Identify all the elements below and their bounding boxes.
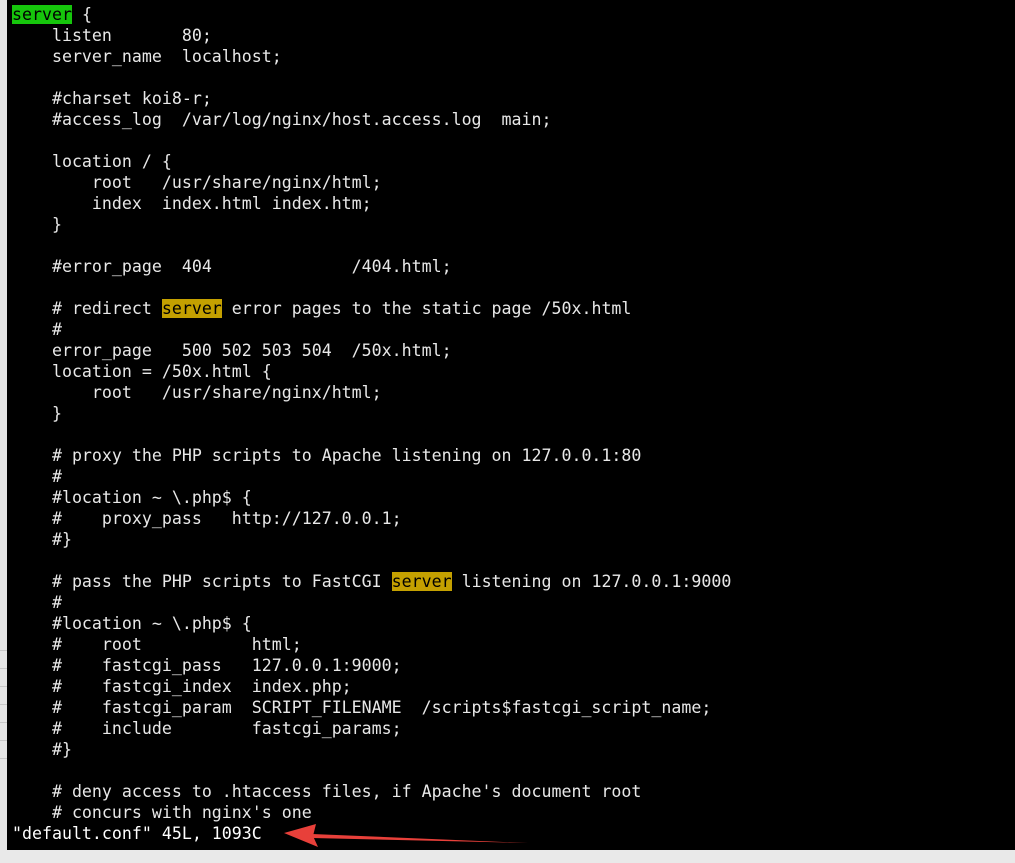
code-line: location / { — [12, 151, 172, 172]
code-line: server { — [12, 4, 92, 25]
code-text: { — [71, 5, 92, 24]
code-text: #location ~ \.php$ { — [12, 614, 252, 633]
code-text: # proxy_pass http://127.0.0.1; — [12, 509, 402, 528]
code-line: # — [12, 592, 62, 613]
code-text: location / { — [12, 152, 172, 171]
window-bottom-edge — [0, 850, 1015, 863]
code-text: # fastcgi_param SCRIPT_FILENAME /scripts… — [12, 698, 712, 717]
code-line: # redirect server error pages to the sta… — [12, 298, 631, 319]
code-text: # — [12, 593, 62, 612]
code-text: #} — [12, 740, 72, 759]
code-text: } — [12, 215, 62, 234]
code-line: #charset koi8-r; — [12, 88, 212, 109]
code-line: listen 80; — [12, 25, 212, 46]
code-line: # pass the PHP scripts to FastCGI server… — [12, 571, 731, 592]
vim-status-line: "default.conf" 45L, 1093C — [12, 824, 262, 843]
code-text: root /usr/share/nginx/html; — [12, 383, 382, 402]
code-line: error_page 500 502 503 504 /50x.html; — [12, 340, 452, 361]
code-line: #location ~ \.php$ { — [12, 487, 252, 508]
code-text: #} — [12, 530, 72, 549]
code-line: #} — [12, 529, 72, 550]
search-match-highlight: server — [161, 299, 222, 318]
code-text: # proxy the PHP scripts to Apache listen… — [12, 446, 642, 465]
code-text: root /usr/share/nginx/html; — [12, 173, 382, 192]
code-line: root /usr/share/nginx/html; — [12, 382, 382, 403]
code-line: # — [12, 319, 62, 340]
vim-terminal-window[interactable]: server { listen 80; server_name localhos… — [7, 0, 1015, 850]
code-line: #location ~ \.php$ { — [12, 613, 252, 634]
code-text: # fastcgi_index index.php; — [12, 677, 352, 696]
code-line: # fastcgi_index index.php; — [12, 676, 352, 697]
code-line: # concurs with nginx's one — [12, 802, 312, 823]
code-text: location = /50x.html { — [12, 362, 272, 381]
code-text: } — [12, 404, 62, 423]
code-line: } — [12, 403, 62, 424]
code-text: # — [12, 467, 62, 486]
code-line: # — [12, 466, 62, 487]
code-line: root /usr/share/nginx/html; — [12, 172, 382, 193]
code-text: #access_log /var/log/nginx/host.access.l… — [12, 110, 552, 129]
cursor-highlight: server — [12, 5, 72, 24]
code-text: #error_page 404 /404.html; — [12, 257, 452, 276]
code-line: index index.html index.htm; — [12, 193, 372, 214]
code-text: server_name localhost; — [12, 47, 282, 66]
code-line: # fastcgi_param SCRIPT_FILENAME /scripts… — [12, 697, 711, 718]
code-line: #} — [12, 739, 72, 760]
code-text: # include fastcgi_params; — [12, 719, 402, 738]
code-text: index index.html index.htm; — [12, 194, 372, 213]
search-match-highlight: server — [391, 572, 452, 591]
code-line: # include fastcgi_params; — [12, 718, 402, 739]
code-text: # concurs with nginx's one — [12, 803, 312, 822]
code-line: server_name localhost; — [12, 46, 282, 67]
code-text: # deny access to .htaccess files, if Apa… — [12, 782, 642, 801]
code-text: # root html; — [12, 635, 302, 654]
code-text: # — [12, 320, 62, 339]
code-line: # proxy_pass http://127.0.0.1; — [12, 508, 402, 529]
code-line: # fastcgi_pass 127.0.0.1:9000; — [12, 655, 402, 676]
code-line: # proxy the PHP scripts to Apache listen… — [12, 445, 641, 466]
code-line: #error_page 404 /404.html; — [12, 256, 452, 277]
code-line: # root html; — [12, 634, 302, 655]
code-text: error_page 500 502 503 504 /50x.html; — [12, 341, 452, 360]
code-line: location = /50x.html { — [12, 361, 272, 382]
code-line: } — [12, 214, 62, 235]
code-line: # deny access to .htaccess files, if Apa… — [12, 781, 641, 802]
code-text: # redirect — [12, 299, 162, 318]
code-text: # pass the PHP scripts to FastCGI — [12, 572, 392, 591]
window-left-edge — [0, 0, 7, 850]
code-text: error pages to the static page /50x.html — [221, 299, 632, 318]
code-line: #access_log /var/log/nginx/host.access.l… — [12, 109, 552, 130]
code-text: listen 80; — [12, 26, 212, 45]
code-text: #charset koi8-r; — [12, 89, 212, 108]
code-text: #location ~ \.php$ { — [12, 488, 252, 507]
code-text: # fastcgi_pass 127.0.0.1:9000; — [12, 656, 402, 675]
code-text: listening on 127.0.0.1:9000 — [451, 572, 732, 591]
